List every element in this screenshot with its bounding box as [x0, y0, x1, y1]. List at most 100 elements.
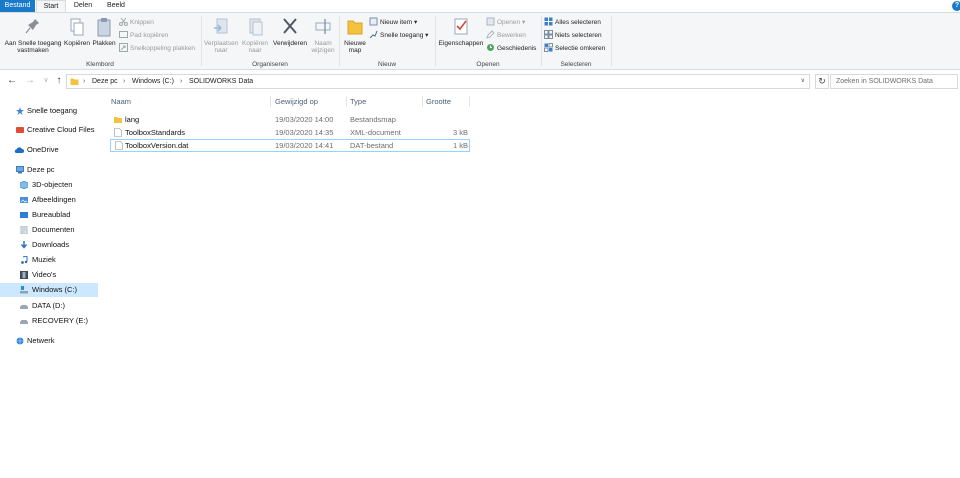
move-to-button[interactable]: Verplaatsen naar: [204, 16, 238, 54]
nav-data-d[interactable]: DATA (D:): [0, 299, 98, 313]
new-folder-icon: [347, 20, 363, 35]
copy-to-button[interactable]: Kopiëren naar: [240, 16, 270, 54]
copy-label: Kopiëren: [64, 40, 91, 47]
nav-onedrive[interactable]: OneDrive: [0, 143, 98, 157]
select-none-label: Niets selecteren: [555, 32, 602, 39]
rename-icon: [315, 19, 331, 34]
edit-button[interactable]: Bewerken: [486, 30, 526, 42]
copy-button[interactable]: Kopiëren: [64, 16, 90, 47]
file-modified: 19/03/2020 14:41: [275, 141, 334, 150]
recent-locations-chevron-icon[interactable]: ∨: [40, 74, 52, 88]
nav-data-d-label: DATA (D:): [32, 301, 66, 310]
nav-pictures[interactable]: Afbeeldingen: [0, 193, 98, 207]
ribbon: Aan Snelle toegang vastmaken Kopiëren Pl…: [0, 12, 960, 70]
column-divider[interactable]: [270, 96, 271, 107]
tab-file[interactable]: Bestand: [0, 0, 35, 12]
nav-network[interactable]: Netwerk: [0, 334, 98, 348]
breadcrumb-windows-c[interactable]: Windows (C:): [132, 75, 174, 88]
film-icon: [20, 271, 28, 279]
properties-button[interactable]: Eigenschappen: [438, 16, 484, 47]
file-row[interactable]: ToolboxStandards 19/03/2020 14:35 XML-do…: [110, 126, 470, 139]
refresh-icon[interactable]: ↻: [815, 74, 829, 89]
nav-downloads-label: Downloads: [32, 240, 70, 249]
organize-group-label: Organiseren: [252, 61, 288, 68]
nav-documents[interactable]: Documenten: [0, 223, 98, 237]
file-row[interactable]: lang 19/03/2020 14:00 Bestandsmap: [110, 113, 470, 126]
file-type: XML-document: [350, 128, 401, 137]
delete-label: Verwijderen: [273, 40, 307, 47]
file-name: ToolboxVersion.dat: [125, 141, 189, 150]
tab-share[interactable]: Delen: [68, 0, 98, 12]
group-open: Eigenschappen Openen ▾ Bewerken Geschied…: [436, 13, 540, 70]
address-dropdown-chevron-icon[interactable]: ∨: [801, 75, 805, 88]
scissors-icon: [119, 17, 128, 26]
nav-this-pc[interactable]: Deze pc: [0, 163, 98, 177]
nav-videos[interactable]: Video's: [0, 268, 98, 282]
tab-view[interactable]: Beeld: [101, 0, 131, 12]
breadcrumb-separator-icon: ›: [83, 78, 86, 85]
column-header-name[interactable]: Naam: [111, 95, 131, 108]
network-icon: [16, 337, 24, 345]
nav-desktop-label: Bureaublad: [32, 210, 71, 219]
copy-path-label: Pad kopiëren: [130, 32, 169, 39]
delete-button[interactable]: Verwijderen: [272, 16, 308, 47]
nav-quick-access[interactable]: Snelle toegang: [0, 104, 98, 118]
nav-downloads[interactable]: Downloads: [0, 238, 98, 252]
file-size: 3 kB: [452, 128, 468, 137]
address-bar[interactable]: › Deze pc › Windows (C:) › SOLIDWORKS Da…: [66, 74, 810, 89]
nav-3d-objects[interactable]: 3D-objecten: [0, 178, 98, 192]
column-header-modified[interactable]: Gewijzigd op: [275, 95, 318, 108]
file-row[interactable]: ToolboxVersion.dat 19/03/2020 14:41 DAT-…: [110, 139, 470, 152]
invert-selection-button[interactable]: Selectie omkeren: [544, 43, 605, 55]
forward-arrow-icon[interactable]: →: [24, 74, 36, 88]
breadcrumb-solidworks-data[interactable]: SOLIDWORKS Data: [189, 75, 253, 88]
nav-desktop[interactable]: Bureaublad: [0, 208, 98, 222]
select-none-button[interactable]: Niets selecteren: [544, 30, 602, 42]
invert-selection-icon: [544, 43, 553, 52]
cut-button[interactable]: Knippen: [119, 17, 154, 29]
pin-icon: [25, 19, 39, 34]
new-item-button[interactable]: Nieuw item ▾: [369, 17, 417, 29]
shortcut-icon: [119, 43, 128, 52]
invert-selection-label: Selectie omkeren: [555, 45, 606, 52]
copy-path-button[interactable]: Pad kopiëren: [119, 30, 168, 42]
file-name: lang: [125, 115, 140, 124]
paste-button[interactable]: Plakken: [92, 16, 116, 47]
nav-windows-c[interactable]: Windows (C:): [0, 283, 98, 297]
file-icon: [115, 141, 123, 150]
pin-quick-access-button[interactable]: Aan Snelle toegang vastmaken: [4, 16, 62, 54]
select-all-icon: [544, 17, 553, 26]
column-divider[interactable]: [346, 96, 347, 107]
group-clipboard: Aan Snelle toegang vastmaken Kopiëren Pl…: [0, 13, 200, 70]
column-divider[interactable]: [422, 96, 423, 107]
rename-button[interactable]: Naam wijzigen: [310, 16, 336, 54]
computer-icon: [16, 166, 24, 174]
nav-documents-label: Documenten: [32, 225, 75, 234]
column-header-size[interactable]: Grootte: [426, 95, 451, 108]
select-all-button[interactable]: Alles selecteren: [544, 17, 601, 29]
creative-cloud-icon: [16, 127, 24, 133]
back-arrow-icon[interactable]: ←: [6, 74, 18, 88]
file-modified: 19/03/2020 14:00: [275, 115, 334, 124]
breadcrumb-separator-icon: ›: [123, 78, 126, 85]
help-icon[interactable]: ?: [952, 1, 960, 11]
up-arrow-icon[interactable]: ↑: [53, 74, 65, 88]
nav-creative-cloud[interactable]: Creative Cloud Files: [0, 123, 98, 137]
rename-label: Naam wijzigen: [311, 40, 335, 54]
new-item-label: Nieuw item: [380, 19, 413, 26]
history-button[interactable]: Geschiedenis: [486, 43, 536, 55]
search-input[interactable]: Zoeken in SOLIDWORKS Data: [830, 74, 958, 89]
nav-onedrive-label: OneDrive: [27, 145, 59, 154]
open-button[interactable]: Openen ▾: [486, 17, 525, 29]
easy-access-button[interactable]: Snelle toegang ▾: [369, 30, 428, 42]
column-divider[interactable]: [469, 96, 470, 107]
new-folder-button[interactable]: Nieuwe map: [342, 16, 368, 54]
nav-recovery-e[interactable]: RECOVERY (E:): [0, 314, 98, 328]
paste-shortcut-button[interactable]: Snelkoppeling plakken: [119, 43, 195, 55]
group-organize: Verplaatsen naar Kopiëren naar Verwijder…: [202, 13, 338, 70]
breadcrumb-this-pc[interactable]: Deze pc: [92, 75, 118, 88]
file-type: DAT-bestand: [350, 141, 394, 150]
nav-music[interactable]: Muziek: [0, 253, 98, 267]
file-name: ToolboxStandards: [125, 128, 186, 137]
column-header-type[interactable]: Type: [350, 95, 366, 108]
